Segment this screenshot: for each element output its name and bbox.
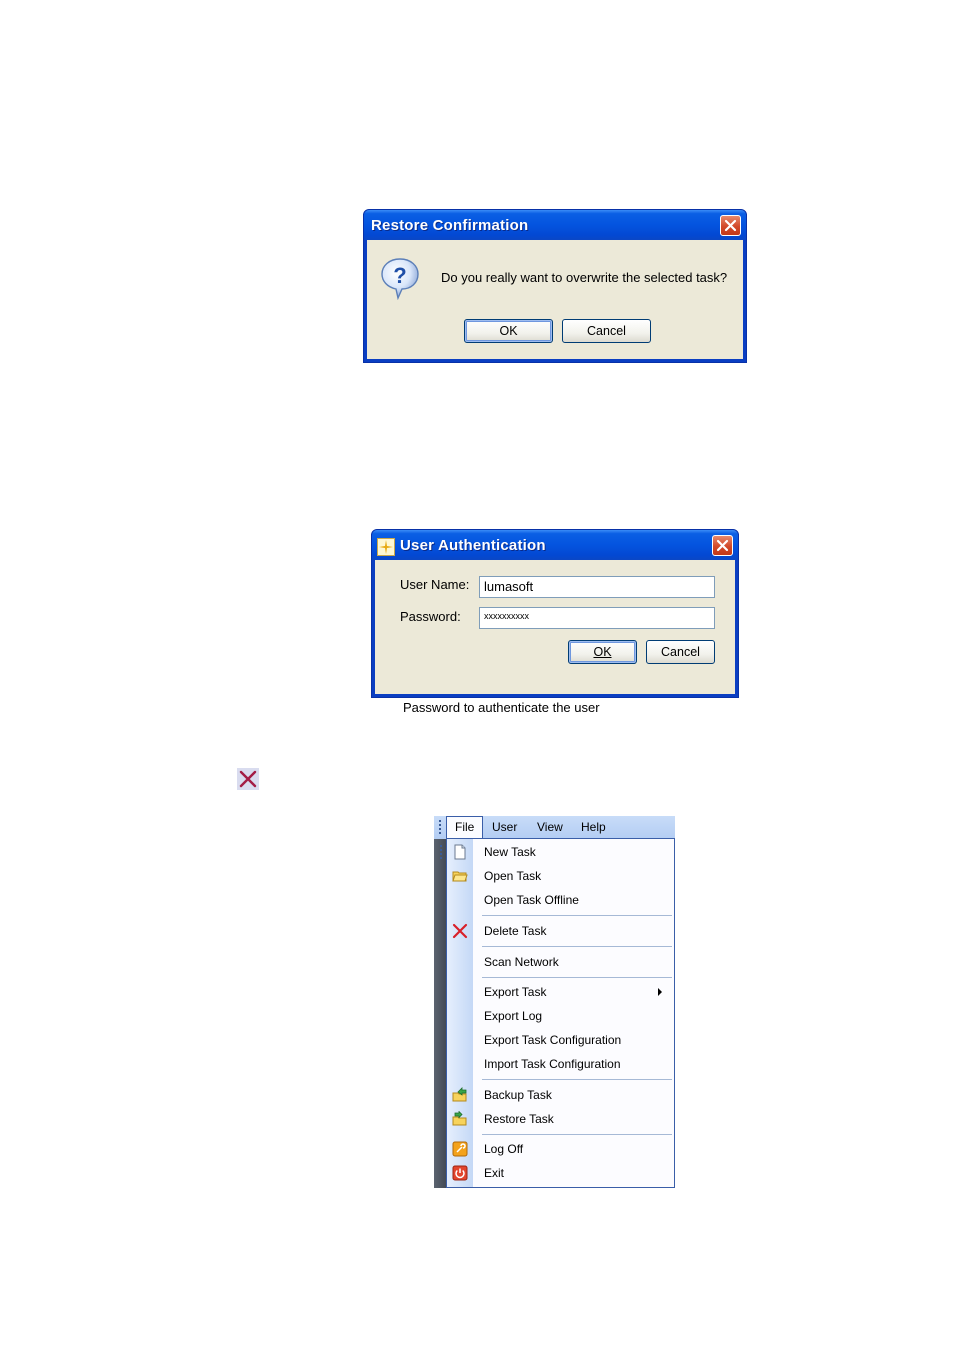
menu-item-exit[interactable]: Exit xyxy=(447,1161,674,1185)
exit-power-icon xyxy=(452,1165,468,1181)
menu-separator xyxy=(482,977,672,978)
menu-user[interactable]: User xyxy=(484,816,525,839)
password-masked-value: xxxxxxxxxx xyxy=(484,611,529,621)
menu-item-scan-network[interactable]: Scan Network xyxy=(447,950,674,974)
cancel-button-label: Cancel xyxy=(661,644,700,659)
menu-item-label: Export Log xyxy=(484,1009,543,1023)
dialog-body: User Name: lumasoft Password: xxxxxxxxxx… xyxy=(375,560,735,715)
password-field[interactable]: xxxxxxxxxx xyxy=(479,607,715,629)
dialog-title: Restore Confirmation xyxy=(371,217,529,234)
dialog-title: User Authentication xyxy=(400,537,546,554)
menu-item-export-log[interactable]: Export Log xyxy=(447,1004,674,1028)
ok-button-label: OK xyxy=(499,323,518,338)
menu-item-label: New Task xyxy=(484,845,536,859)
menu-help-label: Help xyxy=(581,820,606,834)
delete-x-icon xyxy=(452,923,468,939)
restore-confirmation-dialog: Restore Confirmation ? Do you really wan… xyxy=(363,209,747,363)
menu-item-export-task[interactable]: Export Task xyxy=(447,980,674,1004)
toolbar-grip[interactable] xyxy=(440,845,443,861)
new-task-icon xyxy=(454,844,466,860)
menu-bar: File User View Help xyxy=(434,816,675,839)
menu-item-restore-task[interactable]: Restore Task xyxy=(447,1107,674,1131)
app-icon xyxy=(377,538,395,556)
menu-item-label: Open Task Offline xyxy=(484,893,579,907)
username-value: lumasoft xyxy=(484,579,534,594)
menu-item-label: Restore Task xyxy=(484,1112,554,1126)
menu-item-label: Delete Task xyxy=(484,924,547,938)
title-bar[interactable]: Restore Confirmation xyxy=(364,210,746,240)
menu-item-open-task[interactable]: Open Task xyxy=(447,864,674,888)
confirmation-message: Do you really want to overwrite the sele… xyxy=(441,270,728,285)
menu-item-export-task-configuration[interactable]: Export Task Configuration xyxy=(447,1028,674,1052)
menu-item-label: Open Task xyxy=(484,869,542,883)
menu-separator xyxy=(482,915,672,916)
log-off-icon xyxy=(452,1141,468,1157)
close-button[interactable] xyxy=(712,535,733,556)
status-text: Password to authenticate the user xyxy=(403,700,600,715)
question-icon: ? xyxy=(381,258,419,300)
close-button[interactable] xyxy=(720,215,741,236)
menu-item-label: Export Task Configuration xyxy=(484,1033,622,1047)
menu-item-label: Exit xyxy=(484,1166,505,1180)
username-field[interactable]: lumasoft xyxy=(479,576,715,598)
menu-item-import-task-configuration[interactable]: Import Task Configuration xyxy=(447,1052,674,1076)
cancel-button-label: Cancel xyxy=(587,323,626,338)
menu-item-backup-task[interactable]: Backup Task xyxy=(447,1083,674,1107)
menu-file-label: File xyxy=(455,820,475,834)
cancel-button[interactable]: Cancel xyxy=(646,640,715,664)
user-authentication-dialog: User Authentication User Name: lumasoft … xyxy=(371,529,739,715)
menu-item-label: Export Task xyxy=(484,985,547,999)
open-folder-icon xyxy=(452,871,468,882)
menu-view[interactable]: View xyxy=(529,816,571,839)
menu-help[interactable]: Help xyxy=(573,816,614,839)
menu-separator xyxy=(482,1134,672,1135)
submenu-arrow-icon xyxy=(658,988,662,996)
dialog-body: ? Do you really want to overwrite the se… xyxy=(367,240,743,359)
menu-separator xyxy=(482,1079,672,1080)
title-bar[interactable]: User Authentication xyxy=(372,530,738,560)
toolbar-grip[interactable] xyxy=(439,820,442,836)
menu-item-label: Backup Task xyxy=(484,1088,552,1102)
menu-item-delete-task[interactable]: Delete Task xyxy=(447,919,674,943)
delete-x-icon xyxy=(237,768,259,790)
username-label: User Name: xyxy=(400,577,470,592)
password-label: Password: xyxy=(400,609,461,624)
file-menu-dropdown: New Task Open Task Open Task Offline Del… xyxy=(446,838,675,1188)
close-icon xyxy=(716,539,729,552)
menu-item-label: Scan Network xyxy=(484,955,559,969)
ok-button-label: OK xyxy=(593,644,612,659)
toolbar-strip xyxy=(434,839,446,1188)
menu-item-open-task-offline[interactable]: Open Task Offline xyxy=(447,888,674,912)
close-icon xyxy=(724,219,737,232)
backup-folder-icon xyxy=(452,1087,467,1102)
menu-item-log-off[interactable]: Log Off xyxy=(447,1137,674,1161)
menu-file[interactable]: File xyxy=(446,816,483,839)
menu-item-new-task[interactable]: New Task xyxy=(447,840,674,864)
ok-button[interactable]: OK xyxy=(568,640,637,664)
menu-separator xyxy=(482,946,672,947)
restore-folder-icon xyxy=(452,1111,467,1126)
ok-button[interactable]: OK xyxy=(464,319,553,343)
menu-item-label: Log Off xyxy=(484,1142,524,1156)
svg-text:?: ? xyxy=(393,263,406,288)
cancel-button[interactable]: Cancel xyxy=(562,319,651,343)
menu-user-label: User xyxy=(492,820,518,834)
menu-item-label: Import Task Configuration xyxy=(484,1057,621,1071)
menu-view-label: View xyxy=(537,820,563,834)
